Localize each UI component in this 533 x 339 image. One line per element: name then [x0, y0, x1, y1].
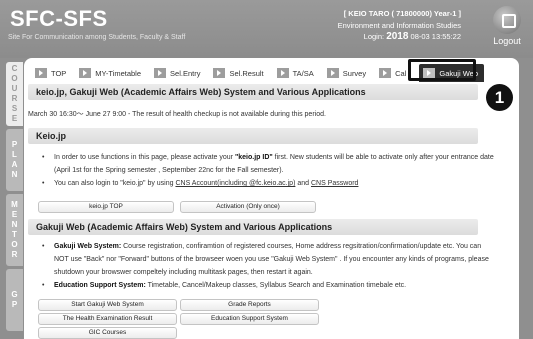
site-logo[interactable]: SFC-SFS: [10, 6, 108, 32]
bullet-bold: "keio.jp ID": [234, 154, 273, 161]
bullet-text: In order to use functions in this page, …: [54, 154, 235, 161]
main-panel: TOP MY-Timetable Sel.Entry Sel.Result TA…: [24, 58, 519, 339]
callout-badge: 1: [486, 84, 513, 111]
tab-survey[interactable]: Survey: [326, 66, 367, 81]
logout-button[interactable]: Logout: [487, 6, 527, 54]
login-date: 2018: [386, 31, 409, 42]
login-label: Login:: [363, 32, 385, 41]
logout-label: Logout: [493, 36, 521, 46]
tab-my-timetable[interactable]: MY-Timetable: [79, 66, 141, 81]
bullet-text: and: [295, 180, 311, 187]
cns-password-link[interactable]: CNS Password: [311, 180, 358, 187]
tab-label: TA/SA: [292, 68, 314, 78]
gic-courses-button[interactable]: GIC Courses: [38, 327, 177, 339]
tab-label: MY-Timetable: [95, 68, 142, 78]
login-info: Login: 2018 08-03 13:55:22: [261, 31, 461, 43]
arrow-right-icon: [276, 68, 289, 78]
header: SFC-SFS Site For Communication among Stu…: [0, 0, 533, 58]
health-examination-button[interactable]: The Health Examination Result: [38, 313, 177, 325]
user-department: Environment and Information Studies: [337, 20, 461, 30]
arrow-right-icon: [154, 68, 167, 78]
arrow-right-icon: [79, 68, 92, 78]
user-name: [ KEIO TARO ( 71800000) Year-1 ]: [343, 9, 461, 18]
arrow-right-icon: [379, 68, 392, 78]
arrow-right-icon: [326, 68, 339, 78]
gakuji-bullets: Gakuji Web System: Course registration, …: [42, 240, 497, 292]
tab-label: Sel.Entry: [170, 68, 201, 78]
list-item: You can also login to "keio.jp" by using…: [42, 177, 497, 190]
keio-bullets: In order to use functions in this page, …: [42, 151, 497, 190]
list-item: Education Support System: Timetable, Can…: [42, 279, 497, 292]
arrow-right-icon: [213, 68, 226, 78]
logout-icon: [493, 6, 521, 34]
bullet-text: Timetable, Cancel/Makeup classes, Syllab…: [145, 282, 407, 289]
tab-top[interactable]: TOP: [35, 66, 66, 81]
login-time: 08-03 13:55:22: [410, 32, 461, 41]
tab-label: Sel.Result: [229, 68, 264, 78]
education-support-button[interactable]: Education Support System: [180, 313, 319, 325]
tab-ta-sa[interactable]: TA/SA: [276, 66, 314, 81]
side-tab-gp[interactable]: GP: [6, 269, 23, 331]
tab-label: TOP: [51, 68, 67, 78]
keio-jp-top-button[interactable]: keio.jp TOP: [38, 201, 174, 213]
bullet-bold: Education Support System:: [54, 282, 146, 289]
scrollbar[interactable]: [519, 58, 533, 339]
tab-sel-result[interactable]: Sel.Result: [213, 66, 264, 81]
notice-text: March 30 16:30〜 June 27 9:00 - The resul…: [28, 111, 326, 118]
page-title: keio.jp, Gakuji Web (Academic Affairs We…: [28, 84, 478, 100]
side-tab-plan[interactable]: PLAN: [6, 129, 23, 191]
grade-reports-button[interactable]: Grade Reports: [180, 299, 319, 311]
tab-label: Cal: [395, 68, 407, 78]
side-tab-mentor[interactable]: MENTOR: [6, 194, 23, 266]
bullet-text: You can also login to "keio.jp" by using: [54, 180, 176, 187]
bullet-bold: Gakuji Web System:: [54, 243, 122, 250]
activation-button[interactable]: Activation (Only once): [180, 201, 316, 213]
tab-label: Survey: [342, 68, 367, 78]
list-item: In order to use functions in this page, …: [42, 151, 497, 177]
tab-cal[interactable]: Cal: [379, 66, 406, 81]
tab-sel-entry[interactable]: Sel.Entry: [154, 66, 200, 81]
user-info: [ KEIO TARO ( 71800000) Year-1 ] Environ…: [261, 8, 461, 43]
callout-highlight: [408, 59, 476, 81]
list-item: Gakuji Web System: Course registration, …: [42, 240, 497, 279]
section-title-keio: Keio.jp: [28, 128, 478, 144]
side-tabs: COURSE PLAN MENTOR GP: [6, 62, 24, 334]
start-gakuji-web-button[interactable]: Start Gakuji Web System: [38, 299, 177, 311]
site-tagline: Site For Communication among Students, F…: [8, 34, 186, 41]
cns-account-link[interactable]: CNS Account(including @fc.keio.ac.jp): [175, 180, 295, 187]
side-tab-course[interactable]: COURSE: [6, 62, 23, 126]
arrow-right-icon: [35, 68, 47, 78]
section-title-gakuji: Gakuji Web (Academic Affairs Web) System…: [28, 219, 478, 235]
